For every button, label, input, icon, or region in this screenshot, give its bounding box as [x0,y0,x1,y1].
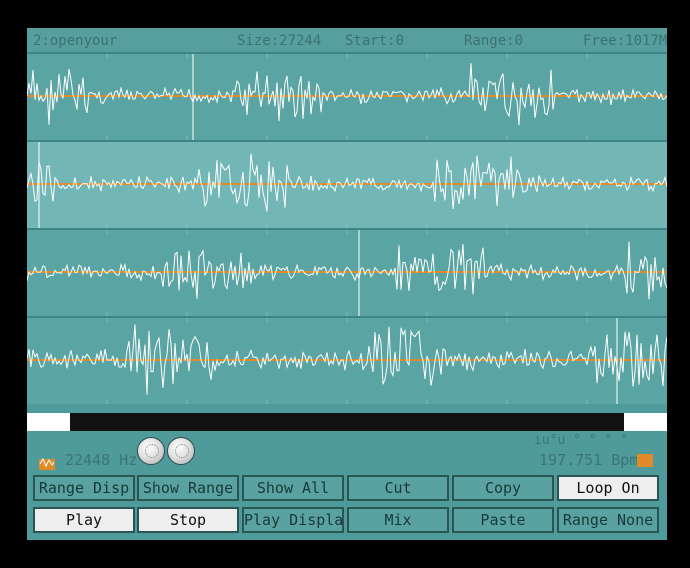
file-name: 2:openyour [33,33,118,49]
waveform-track-1[interactable] [27,52,667,140]
waveform-1 [27,54,667,140]
free-memory: Free:1017M [583,33,667,49]
play-display-button[interactable]: Play Display [242,507,344,533]
cut-button[interactable]: Cut [347,475,449,501]
play-button[interactable]: Play [33,507,135,533]
orange-square-icon[interactable] [637,454,653,467]
info-bar: 22448 Hz ıu°u ° ° ° ° 197.751 Bpm [27,431,667,475]
waveform-track-4[interactable] [27,316,667,404]
knob-icon[interactable] [167,437,195,465]
show-range-button[interactable]: Show Range [137,475,239,501]
range-length: Range:0 [464,33,524,49]
range-disp-button[interactable]: Range Disp [33,475,135,501]
scrollbar-thumb[interactable] [70,413,624,431]
stop-button[interactable]: Stop [137,507,239,533]
waveform-3 [27,230,667,316]
mix-button[interactable]: Mix [347,507,449,533]
range-none-button[interactable]: Range None [557,507,659,533]
sample-size: Size:27244 [237,33,322,49]
loop-on-button[interactable]: Loop On [557,475,659,501]
tempo-bpm: 197.751 Bpm [539,451,639,469]
copy-button[interactable]: Copy [452,475,554,501]
knob-icon[interactable] [137,437,165,465]
status-header: 2:openyour Size:27244 Start:0 Range:0 Fr… [27,28,667,54]
show-all-button[interactable]: Show All [242,475,344,501]
waveform-track-3[interactable] [27,228,667,316]
sample-editor-window: 2:openyour Size:27244 Start:0 Range:0 Fr… [27,28,667,540]
range-start: Start:0 [345,33,405,49]
sample-rate: 22448 Hz [65,451,138,469]
waveform-track-2[interactable] [27,140,667,228]
horizontal-scrollbar[interactable] [27,413,667,431]
tempo-markers: ıu°u ° ° ° ° [534,433,628,448]
waveform-icon [39,457,55,470]
waveform-4 [27,318,667,404]
waveform-2 [27,142,667,228]
paste-button[interactable]: Paste [452,507,554,533]
